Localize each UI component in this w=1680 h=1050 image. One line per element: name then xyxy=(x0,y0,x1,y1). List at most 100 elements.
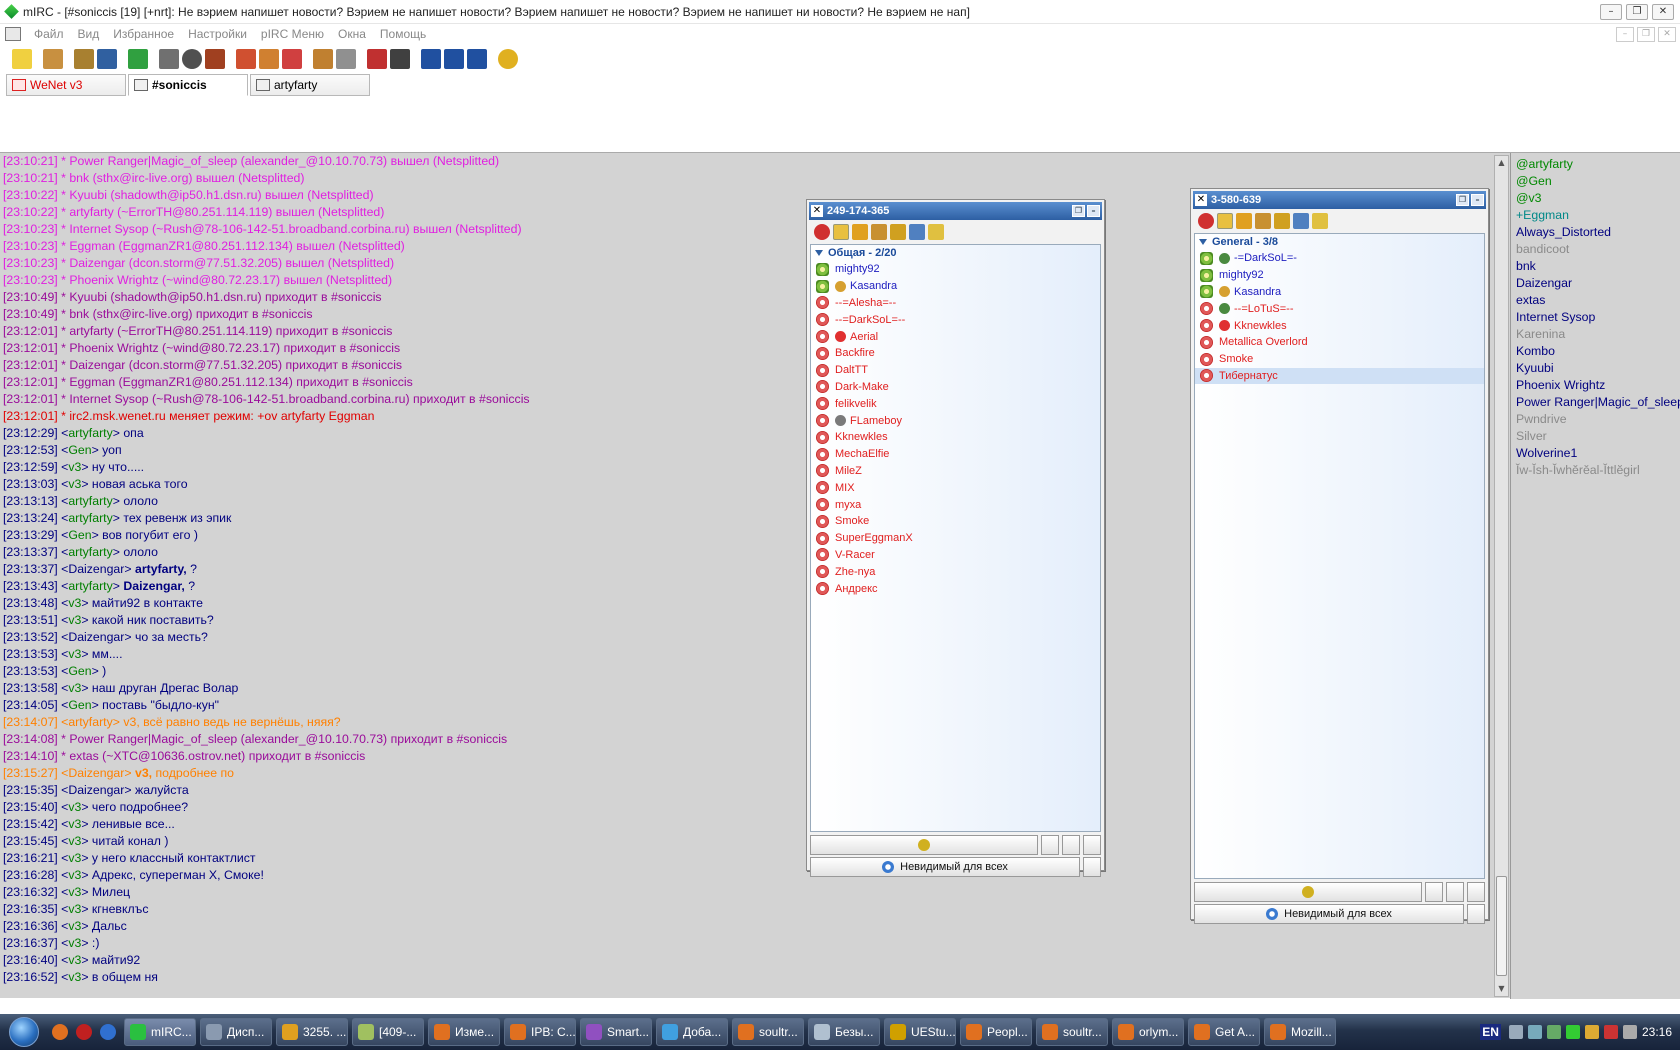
tab-channel[interactable]: #soniccis xyxy=(128,74,248,96)
info-icon[interactable] xyxy=(1312,213,1328,229)
privacy-button[interactable] xyxy=(1083,857,1101,877)
status-button[interactable]: Невидимый для всех xyxy=(810,857,1080,877)
language-indicator[interactable]: EN xyxy=(1480,1024,1501,1040)
authorize-button[interactable] xyxy=(1446,882,1464,902)
address-book-icon[interactable] xyxy=(74,49,94,69)
taskbar-button[interactable]: Дисп... xyxy=(200,1018,272,1046)
groups-icon[interactable] xyxy=(1217,213,1233,229)
history-icon[interactable] xyxy=(871,224,887,240)
taskbar-button[interactable]: Изме... xyxy=(428,1018,500,1046)
menu-windows[interactable]: Окна xyxy=(331,27,373,41)
taskbar-button[interactable]: IPB: C... xyxy=(504,1018,576,1046)
dcc-chat-icon[interactable] xyxy=(259,49,279,69)
close-icon[interactable]: ✕ xyxy=(811,205,823,217)
taskbar-button[interactable]: soultr... xyxy=(1036,1018,1108,1046)
contact-item[interactable]: FLameboy xyxy=(811,412,1100,429)
contact-item[interactable]: Dark-Make xyxy=(811,379,1100,396)
contact-item[interactable]: Kknewkles xyxy=(811,429,1100,446)
contact-item[interactable]: mighty92 xyxy=(811,261,1100,278)
contact-item[interactable]: SuperEggmanX xyxy=(811,530,1100,547)
contact-item[interactable]: MechaElfie xyxy=(811,446,1100,463)
sound-icon[interactable] xyxy=(1236,213,1252,229)
nick-list-item[interactable]: Silver xyxy=(1516,428,1680,445)
status-button[interactable]: Невидимый для всех xyxy=(1194,904,1464,924)
tray-volume-icon[interactable] xyxy=(1622,1025,1637,1039)
tile-horizontal-icon[interactable] xyxy=(421,49,441,69)
nick-list-item[interactable]: Wolverine1 xyxy=(1516,445,1680,462)
menu-view[interactable]: Вид xyxy=(71,27,107,41)
add-contact-button[interactable] xyxy=(1041,835,1059,855)
minimize-icon[interactable]: – xyxy=(1087,205,1100,217)
menu-help[interactable]: Помощь xyxy=(373,27,433,41)
nick-list-item[interactable]: Ĭw-Ĭsh-Ĭwhĕrĕal-Ĭttlĕgirl xyxy=(1516,462,1680,479)
contact-item[interactable]: Backfire xyxy=(811,345,1100,362)
help-icon[interactable] xyxy=(498,49,518,69)
mdi-close-icon[interactable]: ✕ xyxy=(1658,26,1676,42)
scroll-up-icon[interactable]: ▲ xyxy=(1495,156,1508,170)
contact-item[interactable]: Smoke xyxy=(1195,351,1484,368)
contact-item[interactable]: MileZ xyxy=(811,463,1100,480)
nick-list-item[interactable]: Power Ranger|Magic_of_sleep xyxy=(1516,394,1680,411)
nick-list-item[interactable]: Internet Sysop xyxy=(1516,309,1680,326)
search-icon[interactable] xyxy=(909,224,925,240)
taskbar-button[interactable]: Get A... xyxy=(1188,1018,1260,1046)
contact-item[interactable]: Kasandra xyxy=(1195,284,1484,301)
status-flower-icon[interactable] xyxy=(814,224,830,240)
sound-icon[interactable] xyxy=(852,224,868,240)
taskbar-button[interactable]: orlym... xyxy=(1112,1018,1184,1046)
scroll-down-icon[interactable]: ▼ xyxy=(1495,982,1508,996)
hide-offline-icon[interactable] xyxy=(890,224,906,240)
menu-settings[interactable]: Настройки xyxy=(181,27,254,41)
contact-item[interactable]: Zhe-nya xyxy=(811,563,1100,580)
tray-antivirus-icon[interactable] xyxy=(1584,1025,1599,1039)
pin-icon[interactable]: ❐ xyxy=(1456,194,1469,206)
tray-opera-icon[interactable] xyxy=(1603,1025,1618,1039)
contact-item[interactable]: --=Alesha=-- xyxy=(811,295,1100,312)
privacy-button[interactable] xyxy=(1467,904,1485,924)
tray-network-icon[interactable] xyxy=(1508,1025,1523,1039)
taskbar-button[interactable]: 3255. ... xyxy=(276,1018,348,1046)
nick-list-item[interactable]: Kombo xyxy=(1516,343,1680,360)
restore-icon[interactable]: ❐ xyxy=(1626,3,1648,20)
chat-scrollbar[interactable]: ▲ ▼ xyxy=(1494,155,1509,997)
main-menu-button[interactable] xyxy=(1194,882,1422,902)
contact-item[interactable]: MIX xyxy=(811,479,1100,496)
clock[interactable]: 23:16 xyxy=(1642,1025,1672,1039)
help-button[interactable] xyxy=(1467,882,1485,902)
contact-item[interactable]: Kknewkles xyxy=(1195,317,1484,334)
nick-list-item[interactable]: Karenina xyxy=(1516,326,1680,343)
log-icon[interactable] xyxy=(159,49,179,69)
tray-update-icon[interactable] xyxy=(1546,1025,1561,1039)
nick-list-item[interactable]: Pwndrive xyxy=(1516,411,1680,428)
taskbar-button[interactable]: UEStu... xyxy=(884,1018,956,1046)
contact-item[interactable]: --=DarkSoL=-- xyxy=(811,311,1100,328)
nick-list-item[interactable]: @Gen xyxy=(1516,173,1680,190)
contact-item[interactable]: Андрекс xyxy=(811,580,1100,597)
status-flower-icon[interactable] xyxy=(1198,213,1214,229)
nick-list-item[interactable]: +Eggman xyxy=(1516,207,1680,224)
notify-icon[interactable] xyxy=(313,49,333,69)
nick-list-item[interactable]: Always_Distorted xyxy=(1516,224,1680,241)
hide-offline-icon[interactable] xyxy=(1274,213,1290,229)
tray-icq-icon[interactable] xyxy=(1565,1025,1580,1039)
taskbar-button[interactable]: [409-... xyxy=(352,1018,424,1046)
main-menu-button[interactable] xyxy=(810,835,1038,855)
arrange-icon[interactable] xyxy=(467,49,487,69)
scripts-icon[interactable] xyxy=(128,49,148,69)
tile-icon[interactable] xyxy=(390,49,410,69)
contact-item[interactable]: Smoke xyxy=(811,513,1100,530)
contact-item[interactable]: Kasandra xyxy=(811,278,1100,295)
contact-item[interactable]: -=DarkSoL=- xyxy=(1195,250,1484,267)
minimize-icon[interactable]: – xyxy=(1471,194,1484,206)
contact-item[interactable]: --=LoTuS=-- xyxy=(1195,300,1484,317)
authorize-button[interactable] xyxy=(1062,835,1080,855)
taskbar-button[interactable]: Mozill... xyxy=(1264,1018,1336,1046)
search-icon[interactable] xyxy=(1293,213,1309,229)
connect-icon[interactable] xyxy=(12,49,32,69)
contact-item[interactable]: felikvelik xyxy=(811,395,1100,412)
taskbar-button[interactable]: Безы... xyxy=(808,1018,880,1046)
menu-pirc[interactable]: pIRC Меню xyxy=(254,27,331,41)
nick-list-item[interactable]: bnk xyxy=(1516,258,1680,275)
contact-item[interactable]: myxa xyxy=(811,496,1100,513)
contact-item[interactable]: Metallica Overlord xyxy=(1195,334,1484,351)
